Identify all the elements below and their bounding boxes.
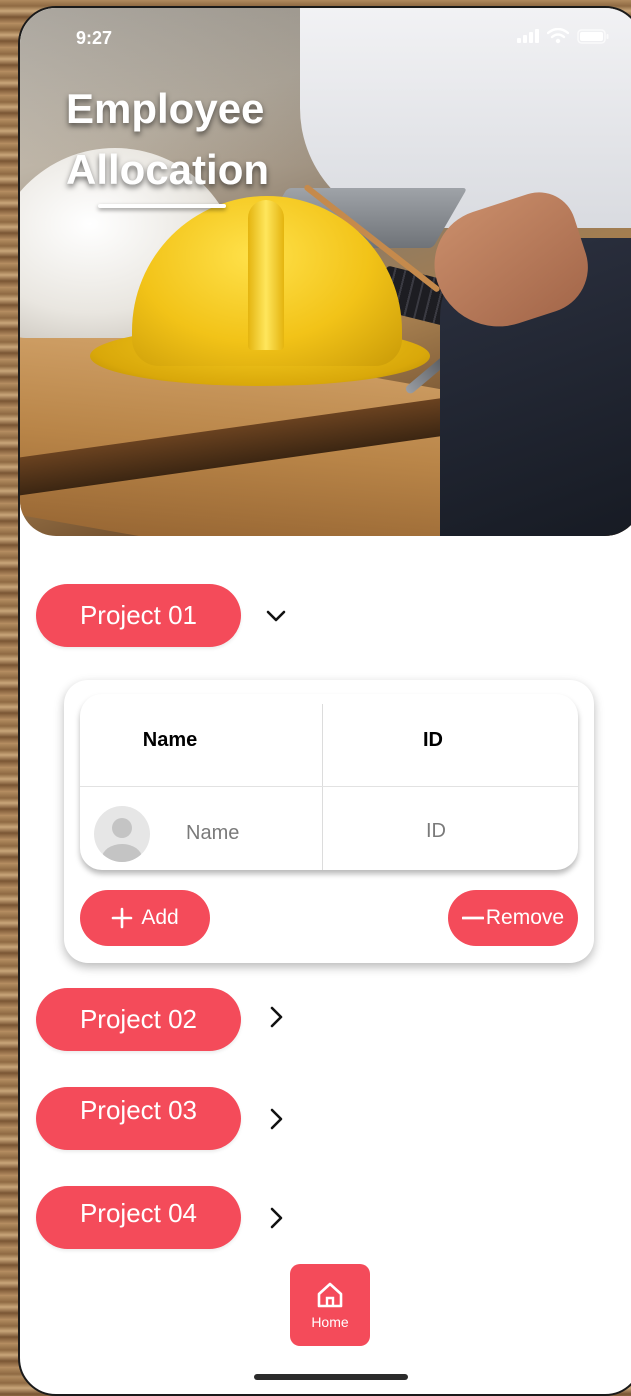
table-cell-id: ID (426, 820, 446, 842)
project-02-button[interactable]: Project 02 (36, 988, 241, 1051)
signal-icon (517, 29, 539, 43)
phone-frame: 9:27 Employee Allocation Project 01 Name… (18, 6, 631, 1396)
minus-icon (461, 916, 484, 920)
remove-button-label: Remove (485, 906, 565, 929)
add-button-label: Add (141, 906, 179, 929)
table-header-id: ID (423, 728, 443, 751)
project-row-03: Project 03 (36, 1087, 289, 1150)
allocation-table: Name ID Name ID (80, 694, 578, 870)
remove-employee-button[interactable]: Remove (448, 890, 578, 946)
project-row-01: Project 01 (36, 584, 289, 647)
title-underline (98, 204, 226, 208)
home-button[interactable]: Home (290, 1264, 370, 1346)
status-icons (517, 28, 609, 44)
chevron-down-icon[interactable] (263, 603, 289, 629)
project-04-button[interactable]: Project 04 (36, 1186, 241, 1249)
add-employee-button[interactable]: Add (80, 890, 210, 946)
project-row-04: Project 04 (36, 1186, 289, 1249)
status-time: 9:27 (76, 28, 113, 48)
avatar-icon (94, 806, 150, 862)
chevron-right-icon[interactable] (263, 1004, 289, 1030)
page-title-line2: Allocation (66, 146, 270, 193)
page-title-line1: Employee (66, 85, 265, 132)
project-01-button[interactable]: Project 01 (36, 584, 241, 647)
page-title: Employee Allocation (66, 78, 269, 200)
home-indicator[interactable] (254, 1374, 408, 1380)
chevron-right-icon[interactable] (263, 1106, 289, 1132)
plus-icon (112, 907, 133, 929)
table-cell-name: Name (186, 822, 240, 844)
home-icon (317, 1282, 343, 1308)
chevron-right-icon[interactable] (263, 1205, 289, 1231)
table-header-name: Name (142, 728, 198, 751)
project-03-button[interactable]: Project 03 (36, 1087, 241, 1150)
hero-helmet-ridge (248, 200, 284, 350)
table-column-divider (322, 704, 323, 870)
wifi-icon (547, 28, 569, 44)
project-01-panel: Name ID Name ID Add Remove (64, 680, 594, 963)
status-bar: 9:27 (20, 8, 631, 68)
battery-icon (577, 28, 609, 44)
project-row-02: Project 02 (36, 988, 289, 1051)
table-row-divider (80, 786, 578, 787)
home-button-label: Home (311, 1314, 349, 1330)
